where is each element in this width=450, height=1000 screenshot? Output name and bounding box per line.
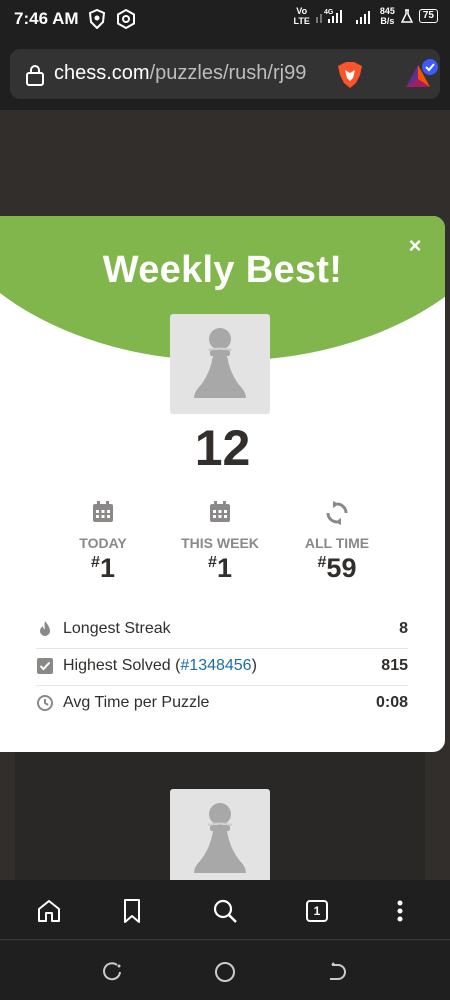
bookmark-button[interactable] (117, 896, 147, 926)
score-value: 12 (194, 420, 251, 476)
brave-shields-icon[interactable] (337, 61, 363, 89)
row-label: Longest Streak (63, 620, 171, 637)
brave-rewards-icon[interactable] (402, 57, 438, 91)
stat-value: #1 (91, 553, 115, 583)
url-text[interactable]: chess.com/puzzles/rush/rj99 (54, 62, 306, 85)
tab-count: 1 (306, 900, 328, 922)
stat-all-time: ALL TIME #59 (277, 501, 397, 584)
list-item-longest-streak: Longest Streak 8 (36, 612, 408, 649)
home-button[interactable] (34, 896, 64, 926)
close-button[interactable]: × (405, 235, 425, 257)
network-speed: 845 B/s (379, 6, 395, 26)
url-path: /puzzles/rush/rj99 (149, 62, 307, 84)
clock-icon (37, 695, 53, 711)
recents-icon[interactable] (100, 959, 126, 985)
tabs-button[interactable]: 1 (302, 896, 332, 926)
address-bar[interactable]: chess.com/puzzles/rush/rj99 (10, 49, 440, 99)
stat-label: THIS WEEK (181, 535, 259, 551)
refresh-icon (326, 501, 348, 525)
checkbox-icon (37, 658, 53, 674)
row-value: 0:08 (375, 694, 408, 711)
search-button[interactable] (210, 896, 240, 926)
modal-title: Weekly Best! (102, 249, 343, 291)
pawn-icon (194, 328, 246, 398)
row-value: 8 (399, 620, 408, 637)
flask-icon (400, 9, 413, 23)
search-icon (213, 899, 237, 923)
stat-today: TODAY #1 (43, 501, 163, 584)
bookmark-icon (124, 899, 140, 923)
system-navigation-bar (0, 941, 450, 1000)
row-label: Avg Time per Puzzle (63, 694, 210, 711)
stat-value: #1 (208, 553, 232, 583)
calendar-icon (93, 501, 113, 522)
url-domain: chess.com (54, 62, 150, 84)
flame-icon (40, 621, 50, 636)
vpn-status-icon (117, 9, 135, 29)
browser-bottom-toolbar: 1 (0, 880, 450, 940)
home-icon (38, 900, 60, 922)
brave-shield-status-icon (88, 9, 106, 29)
menu-button[interactable] (385, 896, 415, 926)
battery-indicator: 75 (418, 9, 438, 23)
pawn-tile (170, 314, 270, 414)
volte-indicator: Vo LTE (293, 6, 310, 26)
calendar-icon (210, 501, 230, 522)
signal-icon: 4G (315, 9, 342, 23)
lock-icon (26, 65, 44, 86)
signal-2-icon (355, 11, 370, 24)
list-item-highest-solved: Highest Solved (#1348456) 815 (36, 649, 408, 686)
row-label: Highest Solved (#1348456) (63, 657, 257, 674)
pawn-icon (194, 803, 246, 873)
status-bar: 7:46 AM Vo LTE 4G 845 B/s 75 (0, 0, 450, 40)
stat-label: TODAY (79, 535, 127, 551)
background-pawn-tile (170, 789, 270, 880)
stat-value: #59 (317, 553, 357, 583)
list-item-avg-time: Avg Time per Puzzle 0:08 (36, 686, 408, 723)
signal-label: 4G (324, 9, 334, 16)
stats-list: Longest Streak 8 Highest Solved (#134845… (36, 612, 408, 723)
back-icon[interactable] (324, 959, 350, 985)
weekly-best-modal: Weekly Best! × 12 TODAY #1 THIS WEEK #1 … (0, 216, 445, 752)
home-nav-icon[interactable] (212, 959, 238, 985)
browser-toolbar: chess.com/puzzles/rush/rj99 (0, 40, 450, 110)
more-vertical-icon (397, 900, 403, 922)
status-time: 7:46 AM (14, 9, 79, 28)
stat-label: ALL TIME (304, 535, 370, 551)
stat-this-week: THIS WEEK #1 (160, 501, 280, 584)
puzzle-link[interactable]: #1348456 (180, 657, 251, 674)
row-value: 815 (381, 657, 408, 674)
